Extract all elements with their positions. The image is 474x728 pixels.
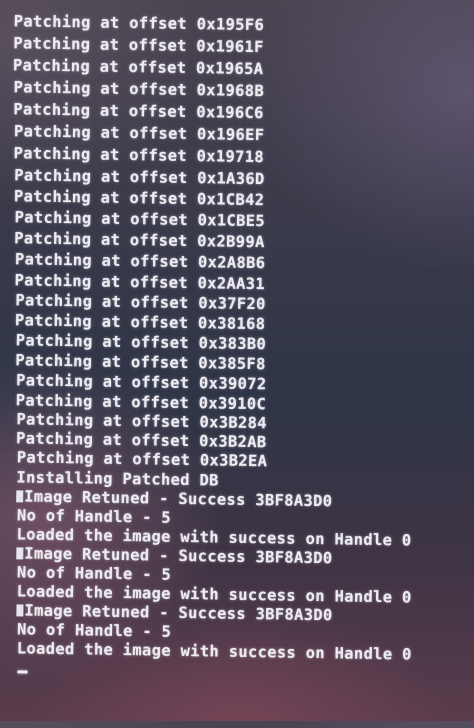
console-line: Patching at offset 0x1CBE5 [14, 208, 266, 231]
console-line: Patching at offset 0x1968B [13, 78, 265, 101]
console-line: Patching at offset 0x1961F [13, 34, 264, 57]
console-line: Patching at offset 0x39072 [15, 371, 267, 394]
console-line-handle-count: No of Handle - 5 [16, 506, 172, 527]
console-line: Patching at offset 0x1965A [12, 56, 264, 79]
console-line: Patching at offset 0x1CB42 [13, 187, 265, 210]
console-line: Patching at offset 0x1A36D [14, 166, 265, 189]
console-line-loaded: Loaded the image with success on Handle … [16, 639, 412, 664]
uefi-console-screen: Patching at offset 0x195F6 Patching at o… [0, 0, 474, 728]
console-line: Patching at offset 0x2AA31 [14, 271, 266, 294]
console-line-handle-count: No of Handle - 5 [16, 563, 172, 584]
text-cursor [17, 670, 28, 674]
console-line: Patching at offset 0x37F20 [15, 291, 266, 314]
console-line: Patching at offset 0x19718 [13, 144, 265, 167]
console-line: Patching at offset 0x196EF [13, 122, 265, 145]
console-line: Patching at offset 0x196C6 [13, 100, 264, 123]
console-line: Patching at offset 0x2A8B6 [14, 250, 266, 273]
block-glyph-icon [16, 547, 24, 560]
console-line: Patching at offset 0x38168 [14, 311, 266, 334]
console-line: Patching at offset 0x2B99A [14, 229, 265, 252]
console-line: Patching at offset 0x195F6 [13, 12, 265, 35]
console-line-handle-count: No of Handle - 5 [16, 620, 172, 641]
block-glyph-icon [16, 490, 24, 503]
block-glyph-icon [16, 604, 24, 617]
console-line: Patching at offset 0x3B2EA [16, 448, 268, 471]
console-line-installing: Installing Patched DB [16, 468, 219, 490]
console-line: Patching at offset 0x383B0 [15, 331, 267, 354]
console-line: Patching at offset 0x385F8 [15, 351, 266, 374]
